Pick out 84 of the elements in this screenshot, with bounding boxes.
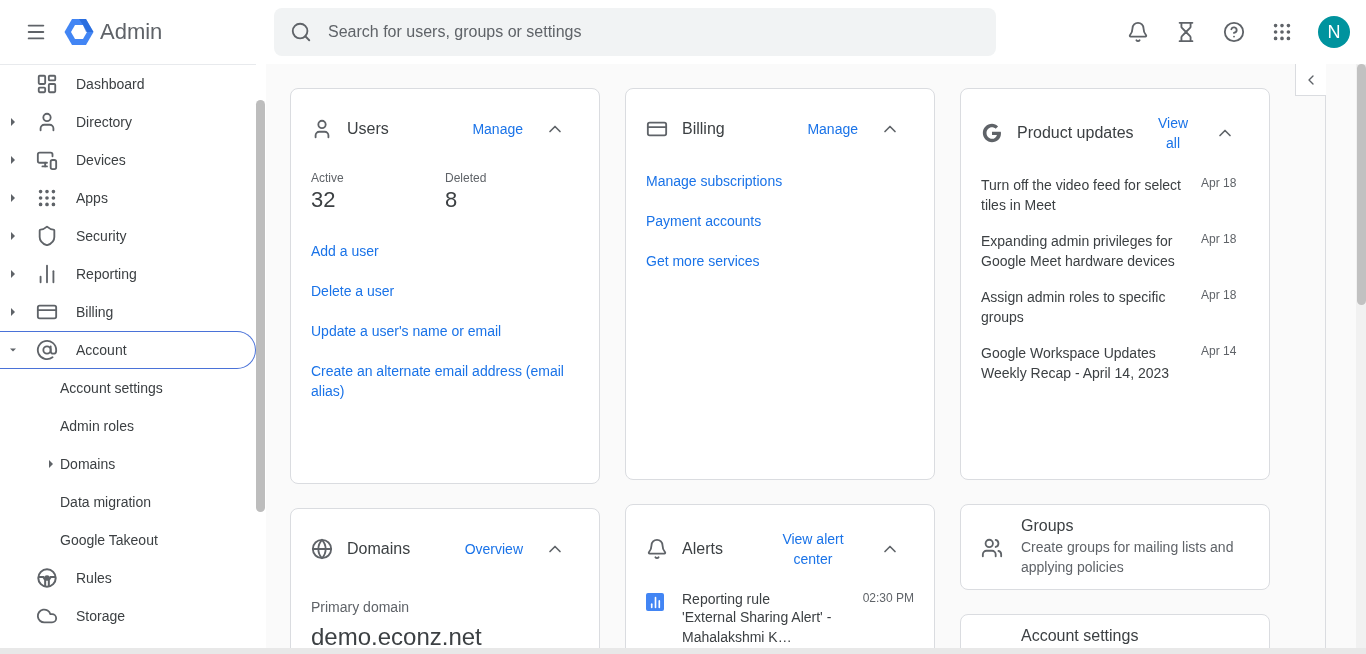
app-title: Admin [100, 19, 163, 45]
sidebar-subitem[interactable]: Domains [0, 445, 256, 483]
update-date: Apr 18 [1201, 231, 1238, 248]
caret-icon[interactable] [10, 194, 16, 202]
alert-title: Reporting rule [682, 591, 771, 607]
bar-chart-icon [646, 593, 664, 611]
sidebar-subitem[interactable]: Google Takeout [0, 521, 256, 559]
card-link[interactable]: Update a user's name or email [311, 321, 502, 341]
help-icon [1223, 21, 1245, 43]
stat-value: 32 [311, 187, 337, 213]
stat-label: Deleted [445, 171, 488, 185]
globe-icon [311, 538, 333, 560]
scrollbar-thumb[interactable] [256, 100, 265, 512]
caret-icon[interactable] [10, 118, 16, 126]
search-input[interactable]: Search for users, groups or settings [326, 22, 980, 42]
card-link[interactable]: Get more services [646, 251, 760, 271]
card-link[interactable]: Delete a user [311, 281, 395, 301]
sidebar-subitem[interactable]: Account settings [0, 369, 256, 407]
caret-icon[interactable] [48, 460, 54, 468]
at-sign-icon [36, 339, 58, 361]
update-title[interactable]: Google Workspace Updates Weekly Recap - April 14, 2023 [981, 343, 1191, 383]
update-title[interactable]: Assign admin roles to specific groups [981, 287, 1191, 327]
card-action-link[interactable]: View alert center [768, 529, 858, 569]
card-title: Groups [1021, 516, 1075, 536]
shortcut-card[interactable]: Account settings [960, 614, 1270, 648]
card-link[interactable]: Manage subscriptions [646, 171, 783, 191]
update-title[interactable]: Turn off the video feed for select tiles in Meet [981, 175, 1191, 215]
dashboard-icon [36, 73, 58, 95]
scrollbar-thumb[interactable] [1357, 64, 1366, 305]
card-title: Domains [347, 539, 412, 559]
sidebar-item[interactable]: Account [0, 331, 256, 369]
domain-label: Primary domain [311, 599, 411, 615]
card-action-link[interactable]: Overview [464, 539, 523, 559]
card-title: Product updates [1017, 123, 1135, 143]
card-title: Account settings [1021, 626, 1140, 646]
people-icon [981, 537, 1003, 559]
card-action-link[interactable]: Manage [472, 119, 523, 139]
card-action-link[interactable]: View all [1153, 113, 1193, 153]
update-date: Apr 14 [1201, 343, 1238, 360]
sidebar-item[interactable]: Reporting [0, 255, 256, 293]
stat-label: Active [311, 171, 345, 185]
sidebar-item[interactable]: Security [0, 217, 256, 255]
sidebar-item[interactable]: Devices [0, 141, 256, 179]
sidebar-item[interactable]: Apps [0, 179, 256, 217]
admin-logo-icon [64, 18, 94, 46]
sidebar-subitem[interactable]: Admin roles [0, 407, 256, 445]
card-title: Users [347, 119, 390, 139]
grid-icon [36, 187, 58, 209]
devices-icon [36, 149, 58, 171]
shortcut-card[interactable]: Groups Create groups for mailing lists and applying policies [960, 504, 1270, 590]
sidebar-item[interactable]: Dashboard [0, 65, 256, 103]
search-bar[interactable]: Search for users, groups or settings [274, 8, 996, 56]
alert-text: 'External Sharing Alert' - Mahalakshmi K… [682, 608, 832, 647]
update-date: Apr 18 [1201, 175, 1238, 192]
caret-icon[interactable] [10, 156, 16, 164]
bell-icon [646, 538, 668, 560]
caret-icon[interactable] [10, 308, 16, 316]
search-icon [290, 21, 312, 43]
shield-icon [36, 225, 58, 247]
card-action-link[interactable]: Manage [807, 119, 858, 139]
domain-name: demo.econz.net [311, 623, 483, 648]
update-date: Apr 18 [1201, 287, 1238, 304]
sidebar-item[interactable]: Billing [0, 293, 256, 331]
apps-grid-icon [1271, 21, 1293, 43]
account-avatar[interactable]: N [1318, 16, 1350, 48]
card-link[interactable]: Create an alternate email address (email alias) [311, 361, 579, 401]
g-letter-icon [981, 122, 1003, 144]
stat-value: 8 [445, 187, 459, 213]
steering-wheel-icon [36, 567, 58, 589]
card-link[interactable]: Add a user [311, 241, 379, 261]
sidebar-item[interactable]: Directory [0, 103, 256, 141]
caret-icon[interactable] [10, 270, 16, 278]
caret-icon[interactable] [10, 232, 16, 240]
card-title: Alerts [682, 539, 724, 559]
card-description: Create groups for mailing lists and applying policies [1021, 538, 1235, 577]
alert-time: 02:30 PM [862, 591, 914, 607]
update-title[interactable]: Expanding admin privileges for Google Meet hardware devices [981, 231, 1191, 271]
card-title: Billing [682, 119, 726, 139]
sidebar-item[interactable]: Rules [0, 559, 256, 597]
card-link[interactable]: Payment accounts [646, 211, 762, 231]
sidebar-item[interactable]: Storage [0, 597, 256, 635]
caret-icon[interactable] [10, 348, 16, 352]
bell-icon [1127, 21, 1149, 43]
sidebar-subitem[interactable]: Data migration [0, 483, 256, 521]
